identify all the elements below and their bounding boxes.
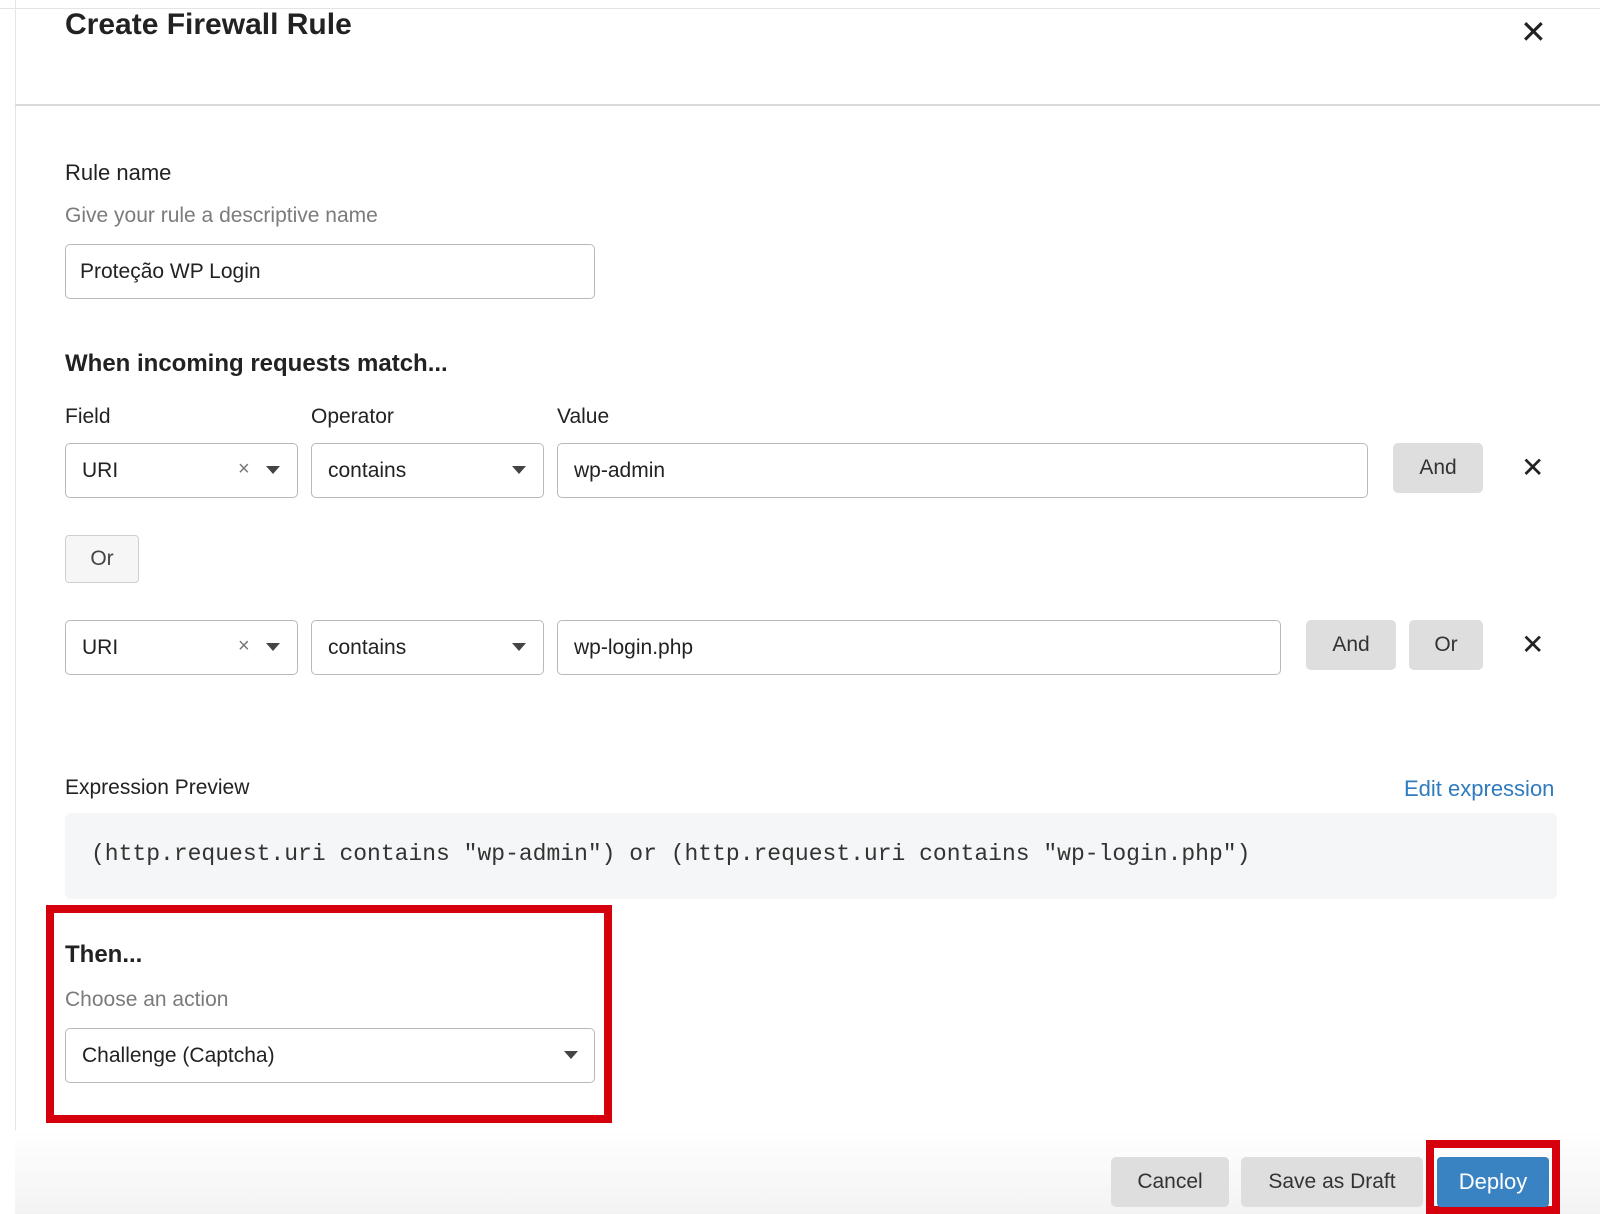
action-select[interactable]: Challenge (Captcha) xyxy=(65,1028,595,1083)
remove-row-icon[interactable]: ✕ xyxy=(1521,631,1544,659)
edit-expression-link[interactable]: Edit expression xyxy=(1404,776,1554,802)
action-hint: Choose an action xyxy=(65,988,229,1011)
operator-select-value: contains xyxy=(328,458,407,482)
remove-row-icon[interactable]: ✕ xyxy=(1521,454,1544,482)
cancel-button[interactable]: Cancel xyxy=(1111,1157,1229,1207)
operator-select-row-2[interactable]: contains xyxy=(311,620,544,675)
field-select-value: URI xyxy=(82,635,119,659)
close-icon[interactable]: ✕ xyxy=(1520,16,1547,48)
then-heading: Then... xyxy=(65,941,143,968)
expression-preview-box: (http.request.uri contains "wp-admin") o… xyxy=(65,813,1557,899)
field-select-value: URI xyxy=(82,458,119,482)
or-button-row-2[interactable]: Or xyxy=(1409,620,1483,670)
rule-name-hint: Give your rule a descriptive name xyxy=(65,204,378,227)
chevron-down-icon[interactable] xyxy=(564,1051,578,1059)
or-separator-button[interactable]: Or xyxy=(65,535,139,583)
save-draft-button[interactable]: Save as Draft xyxy=(1241,1157,1423,1207)
value-column-label: Value xyxy=(557,405,610,428)
operator-select-row-1[interactable]: contains xyxy=(311,443,544,498)
operator-select-value: contains xyxy=(328,635,407,659)
and-button-row-1[interactable]: And xyxy=(1393,443,1483,493)
deploy-button[interactable]: Deploy xyxy=(1437,1157,1549,1207)
header-divider xyxy=(15,104,1600,106)
field-column-label: Field xyxy=(65,405,111,428)
chevron-down-icon[interactable] xyxy=(266,466,280,474)
chevron-down-icon[interactable] xyxy=(512,466,526,474)
value-input-text: wp-login.php xyxy=(574,635,694,659)
field-select-row-2[interactable]: URI × xyxy=(65,620,298,675)
operator-column-label: Operator xyxy=(311,405,394,428)
chevron-down-icon[interactable] xyxy=(512,643,526,651)
rule-name-input[interactable]: Proteção WP Login xyxy=(65,244,595,299)
field-select-row-1[interactable]: URI × xyxy=(65,443,298,498)
highlight-box-action xyxy=(46,905,612,1123)
left-divider xyxy=(15,0,16,1214)
rule-name-value: Proteção WP Login xyxy=(80,259,261,283)
action-select-value: Challenge (Captcha) xyxy=(82,1043,275,1067)
value-input-row-2[interactable]: wp-login.php xyxy=(557,620,1281,675)
expression-preview-label: Expression Preview xyxy=(65,776,250,799)
clear-icon[interactable]: × xyxy=(238,458,250,481)
clear-icon[interactable]: × xyxy=(238,635,250,658)
value-input-text: wp-admin xyxy=(574,458,666,482)
match-heading: When incoming requests match... xyxy=(65,350,448,377)
dialog-title: Create Firewall Rule xyxy=(65,8,352,41)
chevron-down-icon[interactable] xyxy=(266,643,280,651)
value-input-row-1[interactable]: wp-admin xyxy=(557,443,1368,498)
and-button-row-2[interactable]: And xyxy=(1306,620,1396,670)
rule-name-label: Rule name xyxy=(65,160,172,185)
expression-text: (http.request.uri contains "wp-admin") o… xyxy=(91,841,1251,867)
